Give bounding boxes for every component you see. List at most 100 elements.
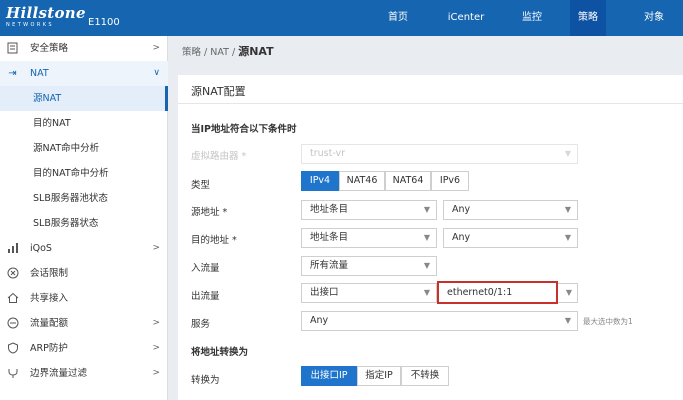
- caret-down-icon: ▼: [564, 205, 571, 214]
- source-address-type-select[interactable]: 地址条目 ▼: [301, 200, 437, 220]
- breadcrumb-nat[interactable]: NAT: [210, 47, 229, 58]
- panel-title: 源NAT配置: [191, 85, 246, 98]
- close-circle-icon: [6, 267, 19, 280]
- sidebar-item-label: 流量配额: [30, 318, 69, 329]
- breadcrumb-current: 源NAT: [238, 45, 274, 58]
- egress-type-select[interactable]: 出接口 ▼: [301, 283, 437, 303]
- sidebar-item-label: 会话限制: [30, 268, 69, 279]
- dest-address-type-value: 地址条目: [310, 232, 349, 243]
- sidebar-item-source-nat[interactable]: 源NAT: [0, 86, 168, 111]
- source-address-label: 源地址 *: [191, 207, 228, 218]
- sidebar-item-label: 目的NAT: [33, 118, 71, 129]
- service-label: 服务: [191, 319, 211, 330]
- bar-chart-icon: [6, 242, 19, 255]
- top-bar: Hillstone NETWORKS E1100 首页 iCenter 监控 策…: [0, 0, 683, 36]
- sidebar-item-label: SLB服务器池状态: [33, 193, 108, 204]
- breadcrumb-separator: /: [204, 47, 208, 58]
- breadcrumb-policy[interactable]: 策略: [182, 47, 201, 58]
- nav-icenter[interactable]: iCenter: [443, 0, 489, 36]
- caret-down-icon: ▼: [564, 149, 571, 158]
- egress-interface-value: ethernet0/1:1: [447, 287, 513, 298]
- translate-option-no-translate[interactable]: 不转换: [401, 366, 449, 386]
- egress-interface-dropdown[interactable]: ▼: [558, 283, 578, 303]
- nat-icon: ⇥: [8, 68, 17, 79]
- sidebar-item-label: ARP防护: [30, 343, 68, 354]
- filter-icon: [6, 367, 19, 380]
- sidebar-item-traffic-quota[interactable]: 流量配额 >: [0, 311, 168, 336]
- logo-text: Hillstone: [6, 4, 86, 22]
- caret-down-icon: ▼: [564, 316, 571, 325]
- service-select[interactable]: Any ▼: [301, 311, 578, 331]
- sidebar-item-label: 源NAT: [33, 93, 62, 104]
- sidebar-item-label: 目的NAT命中分析: [33, 168, 109, 179]
- home-icon: [6, 292, 19, 305]
- dest-address-label: 目的地址 *: [191, 235, 237, 246]
- egress-interface-select[interactable]: ethernet0/1:1: [437, 281, 558, 304]
- translate-label: 转换为: [191, 375, 220, 386]
- egress-label: 出流量: [191, 291, 220, 302]
- chevron-down-icon: ∨: [153, 68, 160, 78]
- egress-type-value: 出接口: [310, 287, 339, 298]
- breadcrumb: 策略 / NAT / 源NAT: [182, 43, 274, 59]
- sidebar-item-arp-protection[interactable]: ARP防护 >: [0, 336, 168, 361]
- device-model: E1100: [88, 17, 120, 28]
- sidebar-item-label: 安全策略: [30, 43, 69, 54]
- virtual-router-label: 虚拟路由器 *: [191, 151, 247, 162]
- sidebar-item-dest-nat[interactable]: 目的NAT: [0, 111, 168, 136]
- chevron-right-icon: >: [152, 43, 160, 53]
- type-option-ipv6[interactable]: IPv6: [431, 171, 469, 191]
- dest-address-type-select[interactable]: 地址条目 ▼: [301, 228, 437, 248]
- sidebar-item-border-traffic-filter[interactable]: 边界流量过滤 >: [0, 361, 168, 386]
- source-address-select[interactable]: Any ▼: [443, 200, 578, 220]
- translate-option-egress-ip[interactable]: 出接口IP: [301, 366, 357, 386]
- sidebar-item-nat[interactable]: ⇥ NAT ∨: [0, 61, 168, 86]
- nav-objects[interactable]: 对象: [636, 0, 672, 36]
- sidebar: 安全策略 > ⇥ NAT ∨ 源NAT 目的NAT 源NAT命中分析 目的NAT…: [0, 36, 168, 400]
- shield-icon: [6, 342, 19, 355]
- sidebar-item-slb-server-status[interactable]: SLB服务器状态: [0, 211, 168, 236]
- sidebar-item-iqos[interactable]: iQoS >: [0, 236, 168, 261]
- type-option-nat64[interactable]: NAT64: [385, 171, 431, 191]
- chevron-right-icon: >: [152, 318, 160, 328]
- logo-subtext: NETWORKS: [6, 22, 54, 28]
- policy-icon: [6, 42, 19, 55]
- sidebar-item-label: NAT: [30, 68, 49, 79]
- caret-down-icon: ▼: [423, 261, 430, 270]
- sidebar-item-label: SLB服务器状态: [33, 218, 99, 229]
- type-option-ipv4[interactable]: IPv4: [301, 171, 339, 191]
- nav-policy[interactable]: 策略: [570, 0, 606, 36]
- virtual-router-value: trust-vr: [310, 148, 346, 159]
- sidebar-item-label: 源NAT命中分析: [33, 143, 100, 154]
- sidebar-item-label: 共享接入: [30, 293, 69, 304]
- nav-home[interactable]: 首页: [378, 0, 418, 36]
- chevron-right-icon: >: [152, 343, 160, 353]
- nav-monitor[interactable]: 监控: [512, 0, 552, 36]
- sidebar-item-session-limit[interactable]: 会话限制: [0, 261, 168, 286]
- caret-down-icon: ▼: [423, 205, 430, 214]
- type-label: 类型: [191, 180, 211, 191]
- sidebar-item-slb-pool-status[interactable]: SLB服务器池状态: [0, 186, 168, 211]
- service-hint: 最大选中数为1: [583, 317, 633, 326]
- sidebar-item-source-nat-hit-analysis[interactable]: 源NAT命中分析: [0, 136, 168, 161]
- caret-down-icon: ▼: [565, 288, 572, 297]
- source-nat-config-panel: 源NAT配置 当IP地址符合以下条件时 虚拟路由器 * trust-vr ▼ 类…: [178, 75, 683, 400]
- sidebar-item-security-policy[interactable]: 安全策略 >: [0, 36, 168, 61]
- ingress-select[interactable]: 所有流量 ▼: [301, 256, 437, 276]
- ingress-value: 所有流量: [310, 260, 349, 271]
- ingress-label: 入流量: [191, 263, 220, 274]
- sidebar-item-dest-nat-hit-analysis[interactable]: 目的NAT命中分析: [0, 161, 168, 186]
- translate-option-specified-ip[interactable]: 指定IP: [357, 366, 401, 386]
- caret-down-icon: ▼: [423, 288, 430, 297]
- source-address-type-value: 地址条目: [310, 204, 349, 215]
- service-value: Any: [310, 315, 329, 326]
- chevron-right-icon: >: [152, 243, 160, 253]
- caret-down-icon: ▼: [564, 233, 571, 242]
- source-address-value: Any: [452, 204, 471, 215]
- caret-down-icon: ▼: [423, 233, 430, 242]
- breadcrumb-separator: /: [231, 47, 236, 58]
- hillstone-logo[interactable]: Hillstone NETWORKS: [6, 5, 86, 31]
- dest-address-select[interactable]: Any ▼: [443, 228, 578, 248]
- dest-address-value: Any: [452, 232, 471, 243]
- type-option-nat46[interactable]: NAT46: [339, 171, 385, 191]
- sidebar-item-shared-access[interactable]: 共享接入: [0, 286, 168, 311]
